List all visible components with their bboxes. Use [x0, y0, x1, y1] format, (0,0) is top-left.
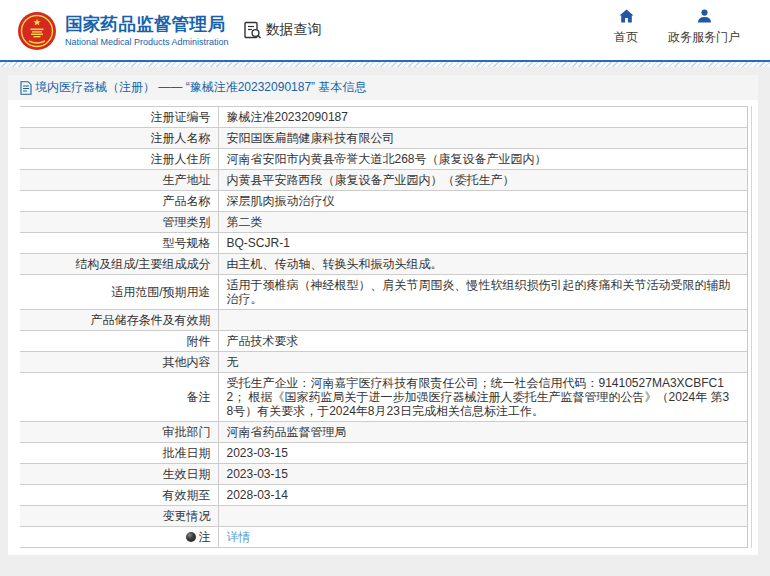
data-query-icon: [243, 21, 262, 40]
row-value: 由主机、传动轴、转换头和振动头组成。: [218, 254, 748, 275]
detail-link[interactable]: 详情: [227, 530, 251, 544]
table-row: 注册证编号豫械注准20232090187: [20, 107, 748, 128]
row-value: 深层肌肉振动治疗仪: [218, 191, 748, 212]
row-label: 附件: [20, 331, 218, 352]
row-value: 产品技术要求: [218, 331, 748, 352]
table-row: 结构及组成/主要组成成分由主机、传动轴、转换头和振动头组成。: [20, 254, 748, 275]
row-label: 型号规格: [20, 233, 218, 254]
table-row: 注详情: [20, 527, 748, 548]
row-label: 备注: [20, 373, 218, 422]
table-row: 注册人名称安阳国医扁鹊健康科技有限公司: [20, 128, 748, 149]
table-row: 批准日期2023-03-15: [20, 443, 748, 464]
table-row: 其他内容无: [20, 352, 748, 373]
table-row: 型号规格BQ-SCJR-1: [20, 233, 748, 254]
table-row: 生产地址内黄县平安路西段（康复设备产业园内）（委托生产）: [20, 170, 748, 191]
row-value: 安阳国医扁鹊健康科技有限公司: [218, 128, 748, 149]
row-label: 生效日期: [20, 464, 218, 485]
row-value: 第二类: [218, 212, 748, 233]
row-label: 审批部门: [20, 422, 218, 443]
row-value: 详情: [218, 527, 748, 548]
breadcrumb: 境内医疗器械（注册） —— “豫械注准20232090187” 基本信息: [8, 75, 758, 100]
row-label: 注册人名称: [20, 128, 218, 149]
table-row: 生效日期2023-03-15: [20, 464, 748, 485]
row-label: 生产地址: [20, 170, 218, 191]
row-value: 2023-03-15: [218, 443, 748, 464]
header-nav: 首页 政务服务门户: [614, 9, 740, 46]
row-label: 注册人住所: [20, 149, 218, 170]
org-title: 国家药品监督管理局: [65, 14, 229, 35]
row-value: 适用于颈椎病（神经根型）、肩关节周围炎、慢性软组织损伤引起的疼痛和关节活动受限的…: [218, 275, 748, 310]
row-label: 变更情况: [20, 506, 218, 527]
nav-portal-label: 政务服务门户: [668, 29, 740, 46]
row-value: 河南省药品监督管理局: [218, 422, 748, 443]
row-value: BQ-SCJR-1: [218, 233, 748, 254]
person-icon: [697, 9, 712, 26]
row-value: 河南省安阳市内黄县帝誉大道北268号（康复设备产业园内）: [218, 149, 748, 170]
nav-portal[interactable]: 政务服务门户: [668, 9, 740, 46]
hatch-band: [0, 62, 770, 67]
table-row: 有效期至2028-03-14: [20, 485, 748, 506]
table-row: 注册人住所河南省安阳市内黄县帝誉大道北268号（康复设备产业园内）: [20, 149, 748, 170]
nav-home-label: 首页: [614, 29, 638, 46]
row-value: [218, 310, 748, 331]
national-emblem-logo: [17, 11, 57, 51]
row-label: 有效期至: [20, 485, 218, 506]
table-row: 附件产品技术要求: [20, 331, 748, 352]
content-panel: 境内医疗器械（注册） —— “豫械注准20232090187” 基本信息 注册证…: [8, 75, 758, 555]
table-row: 管理类别第二类: [20, 212, 748, 233]
document-icon: [20, 81, 32, 95]
table-row: 适用范围/预期用途适用于颈椎病（神经根型）、肩关节周围炎、慢性软组织损伤引起的疼…: [20, 275, 748, 310]
home-icon: [619, 9, 634, 26]
table-row: 审批部门河南省药品监督管理局: [20, 422, 748, 443]
row-label: 管理类别: [20, 212, 218, 233]
table-row: 变更情况: [20, 506, 748, 527]
row-label: 结构及组成/主要组成成分: [20, 254, 218, 275]
data-query-label: 数据查询: [266, 21, 322, 39]
org-subtitle: National Medical Products Administration: [65, 37, 229, 47]
row-label: 产品名称: [20, 191, 218, 212]
row-value: 2028-03-14: [218, 485, 748, 506]
row-label: 其他内容: [20, 352, 218, 373]
breadcrumb-text: 境内医疗器械（注册） —— “豫械注准20232090187” 基本信息: [35, 79, 366, 96]
row-value: 内黄县平安路西段（康复设备产业园内）（委托生产）: [218, 170, 748, 191]
row-value: 2023-03-15: [218, 464, 748, 485]
row-label: 适用范围/预期用途: [20, 275, 218, 310]
table-row: 备注受托生产企业：河南嘉宇医疗科技有限责任公司；统一社会信用代码：9141052…: [20, 373, 748, 422]
table-row: 产品储存条件及有效期: [20, 310, 748, 331]
row-label: 注: [20, 527, 218, 548]
nav-home[interactable]: 首页: [614, 9, 638, 46]
brand-text: 国家药品监督管理局 National Medical Products Admi…: [65, 14, 229, 47]
info-table: 注册证编号豫械注准20232090187注册人名称安阳国医扁鹊健康科技有限公司注…: [20, 106, 748, 548]
row-value: 受托生产企业：河南嘉宇医疗科技有限责任公司；统一社会信用代码：91410527M…: [218, 373, 748, 422]
row-label: 批准日期: [20, 443, 218, 464]
site-header: 国家药品监督管理局 National Medical Products Admi…: [0, 0, 770, 60]
note-icon: [186, 532, 196, 542]
table-right-border: [747, 106, 748, 548]
row-value: [218, 506, 748, 527]
data-query-nav[interactable]: 数据查询: [243, 21, 322, 40]
scrollbar-line: [751, 106, 752, 548]
row-label: 产品储存条件及有效期: [20, 310, 218, 331]
table-row: 产品名称深层肌肉振动治疗仪: [20, 191, 748, 212]
row-value: 豫械注准20232090187: [218, 107, 748, 128]
table-wrap: 注册证编号豫械注准20232090187注册人名称安阳国医扁鹊健康科技有限公司注…: [20, 106, 758, 548]
row-label: 注册证编号: [20, 107, 218, 128]
row-value: 无: [218, 352, 748, 373]
